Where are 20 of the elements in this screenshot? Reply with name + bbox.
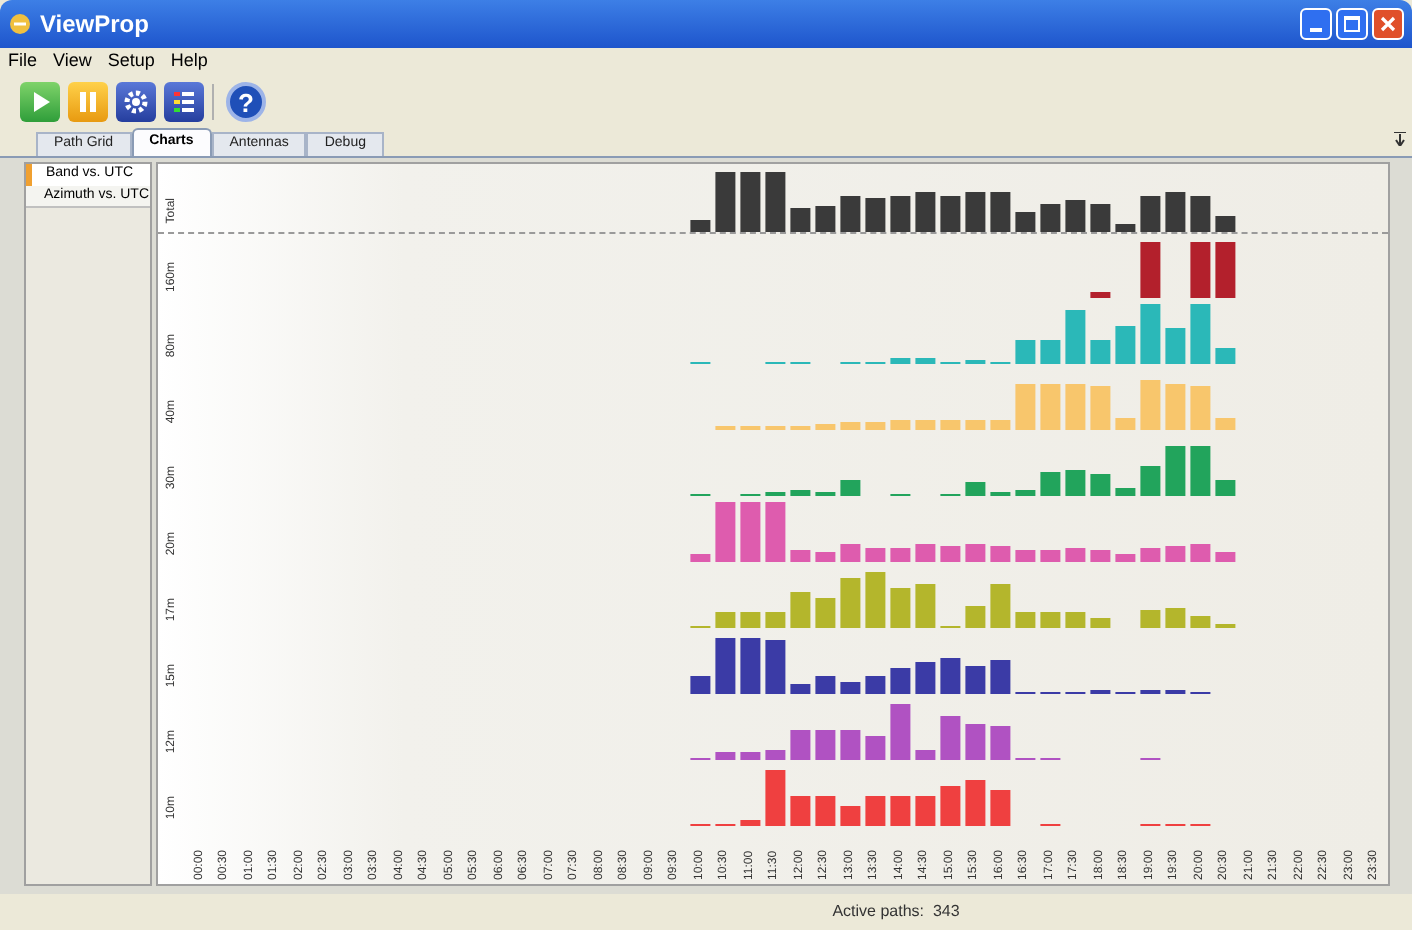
menu-item[interactable]: Help — [170, 48, 208, 76]
arrow-down-icon[interactable] — [1394, 132, 1406, 146]
help-button[interactable]: ? — [226, 82, 266, 122]
play-button[interactable] — [20, 82, 60, 122]
app-icon — [8, 12, 32, 36]
status-text: Active paths: 343 — [832, 900, 960, 924]
window-title: ViewProp — [40, 8, 149, 42]
minimize-button[interactable] — [1300, 8, 1332, 40]
close-icon — [1380, 16, 1396, 32]
menu-item[interactable]: Setup — [107, 48, 155, 76]
minimize-icon — [1310, 28, 1322, 32]
list-icon — [168, 86, 200, 118]
list-button[interactable] — [164, 82, 204, 122]
menu-item[interactable]: View — [53, 48, 92, 76]
menu-item[interactable]: File — [8, 48, 38, 76]
close-button[interactable] — [1372, 8, 1404, 40]
maximize-icon — [1344, 16, 1360, 32]
maximize-button[interactable] — [1336, 8, 1368, 40]
settings-button[interactable] — [116, 82, 156, 122]
gear-icon — [120, 86, 152, 118]
